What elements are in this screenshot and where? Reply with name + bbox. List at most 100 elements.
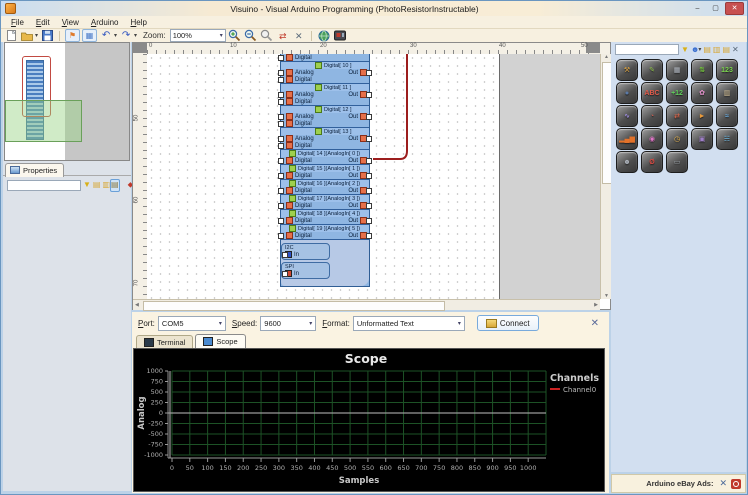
toolbox-category-random[interactable]: ✿ <box>691 82 713 104</box>
pin-connector[interactable] <box>278 233 284 239</box>
pin-row[interactable]: AnalogOut <box>281 135 369 142</box>
board-section[interactable]: Digital[ 17 ](AnalogIn[ 3 ])DigitalOut <box>281 194 369 209</box>
pin-row[interactable]: DigitalOut <box>281 172 369 179</box>
pin-row[interactable]: DigitalOut <box>281 187 369 194</box>
board-section[interactable]: Digital[ 11 ]AnalogOutDigital <box>281 83 369 105</box>
pin-row[interactable]: DigitalOut <box>281 217 369 224</box>
toolbox-category-tools[interactable]: ⚒ <box>616 59 638 81</box>
expand-all-icon[interactable]: ▤ <box>93 180 101 190</box>
ads-settings-icon[interactable]: ✕ <box>719 478 727 489</box>
board-section[interactable]: Digital[ 12 ]AnalogOutDigital <box>281 105 369 127</box>
open-dropdown-icon[interactable]: ▾ <box>35 32 38 39</box>
ads-close-icon[interactable] <box>731 479 741 489</box>
toolbox-category-math[interactable]: +12 <box>666 82 688 104</box>
toolbox-category-integer[interactable]: 123 <box>716 59 738 81</box>
scroll-right-icon[interactable]: ▶ <box>594 302 598 308</box>
toolbox-category-measurement[interactable]: ✎ <box>641 59 663 81</box>
design-canvas[interactable]: DigitalDigital[ 10 ]AnalogOutDigitalDigi… <box>147 54 600 299</box>
zoom-reset-button[interactable] <box>260 30 274 42</box>
new-project-button[interactable] <box>4 30 18 42</box>
pin-connector[interactable] <box>278 218 284 224</box>
pin-connector[interactable] <box>278 173 284 179</box>
scroll-left-icon[interactable]: ◀ <box>135 302 139 308</box>
zoom-in-button[interactable] <box>228 30 242 42</box>
properties-filter-input[interactable] <box>7 180 81 191</box>
toolbox-category-memory[interactable]: ▥ <box>716 82 738 104</box>
pin-row[interactable]: Digital <box>281 142 369 149</box>
collapse-folders-icon[interactable]: ▤ <box>722 45 730 55</box>
toolbox-category-flow[interactable]: ⇄ <box>666 105 688 127</box>
board-section[interactable]: Digital[ 18 ](AnalogIn[ 4 ])DigitalOut <box>281 209 369 224</box>
board-section[interactable]: Digital[ 10 ]AnalogOutDigital <box>281 61 369 83</box>
web-help-button[interactable] <box>317 30 331 42</box>
toolbox-category-digital[interactable]: ▦ <box>666 59 688 81</box>
scroll-down-icon[interactable]: ▼ <box>604 293 609 299</box>
board-section[interactable]: Digital[ 14 ](AnalogIn[ 0 ])DigitalOut <box>281 149 369 164</box>
toolbox-category-color[interactable]: ◉ <box>641 128 663 150</box>
bus-i2c[interactable]: I2CIn <box>281 243 330 260</box>
serial-tools-icon[interactable]: ✕ <box>591 318 599 329</box>
pin-connector[interactable] <box>366 218 372 224</box>
close-toolbox-icon[interactable]: ✕ <box>732 45 739 55</box>
tab-properties[interactable]: Properties <box>5 163 64 177</box>
pin-row[interactable]: AnalogOut <box>281 69 369 76</box>
menu-view[interactable]: View <box>56 18 85 27</box>
pin-connector[interactable] <box>366 203 372 209</box>
overview-minimap[interactable] <box>4 42 130 161</box>
canvas-horizontal-scrollbar[interactable]: ◀ ▶ <box>133 299 600 310</box>
menu-arduino[interactable]: Arduino <box>85 18 125 27</box>
toolbox-category-meters[interactable]: ◔ <box>641 105 663 127</box>
pin-connector[interactable] <box>278 55 284 61</box>
horizontal-scroll-thumb[interactable] <box>143 301 445 311</box>
toolbox-category-converters[interactable]: ⇅ <box>691 59 713 81</box>
board-section[interactable]: Digital[ 19 ](AnalogIn[ 5 ])DigitalOut <box>281 224 369 239</box>
toolbox-category-mouse[interactable]: ● <box>616 82 638 104</box>
close-button[interactable]: ✕ <box>725 2 744 15</box>
toggle-grid-button[interactable]: ▦ <box>82 29 97 42</box>
format-select[interactable]: Unformatted Text ▾ <box>353 316 465 331</box>
toolbox-category-plot[interactable]: ▂▄▆ <box>616 128 638 150</box>
pin-connector[interactable] <box>278 121 284 127</box>
pin-row[interactable]: DigitalOut <box>281 232 369 239</box>
toolbox-category-power[interactable]: Ø <box>641 151 663 173</box>
speed-select[interactable]: 9600 ▾ <box>260 316 316 331</box>
toggle-pin-labels-button[interactable]: ⚑ <box>65 29 80 42</box>
pin-row[interactable]: DigitalOut <box>281 202 369 209</box>
expand-folders-icon[interactable]: ▥ <box>713 45 721 55</box>
toolbox-search-input[interactable] <box>615 44 679 55</box>
toolbox-category-display[interactable]: ▣ <box>691 128 713 150</box>
tab-scope[interactable]: Scope <box>195 334 245 348</box>
zoom-select[interactable]: 100% ▾ <box>170 29 226 42</box>
undo-dropdown-icon[interactable]: ▾ <box>114 32 117 39</box>
toolbox-category-time[interactable]: ◷ <box>666 128 688 150</box>
pin-row[interactable]: Digital <box>281 76 369 83</box>
pin-connector[interactable] <box>278 143 284 149</box>
bus-spi[interactable]: SPIIn <box>281 262 330 279</box>
pin-connector[interactable] <box>366 158 372 164</box>
pin-row[interactable]: In <box>285 251 329 258</box>
maximize-button[interactable]: ▢ <box>707 3 724 14</box>
pin-connector[interactable] <box>282 271 288 277</box>
compile-upload-button[interactable] <box>333 30 347 42</box>
toolbox-category-gamepad[interactable]: ▭ <box>666 151 688 173</box>
pin-connector[interactable] <box>282 252 288 258</box>
pin-row[interactable]: In <box>285 270 329 277</box>
scroll-up-icon[interactable]: ▲ <box>604 54 609 60</box>
board-section[interactable]: Digital[ 13 ]AnalogOutDigital <box>281 127 369 149</box>
pin-row[interactable]: Digital <box>281 54 369 61</box>
arrange-toggle-button[interactable]: ▤ <box>110 179 120 192</box>
menu-file[interactable]: File <box>5 18 30 27</box>
pin-connector[interactable] <box>278 99 284 105</box>
port-select[interactable]: COM5 ▾ <box>158 316 226 331</box>
pin-connector[interactable] <box>366 188 372 194</box>
delete-button[interactable]: ✕ <box>292 30 306 42</box>
pin-connector[interactable] <box>278 188 284 194</box>
pin-connector[interactable] <box>278 203 284 209</box>
toolbox-category-arrows[interactable]: ► <box>691 105 713 127</box>
minimize-button[interactable]: – <box>689 3 706 14</box>
view-mode-dropdown-icon[interactable]: ▾ <box>698 46 701 53</box>
redo-button[interactable]: ↷ <box>119 30 133 42</box>
tab-terminal[interactable]: Terminal <box>136 335 193 348</box>
zoom-out-button[interactable] <box>244 30 258 42</box>
pin-row[interactable]: AnalogOut <box>281 113 369 120</box>
